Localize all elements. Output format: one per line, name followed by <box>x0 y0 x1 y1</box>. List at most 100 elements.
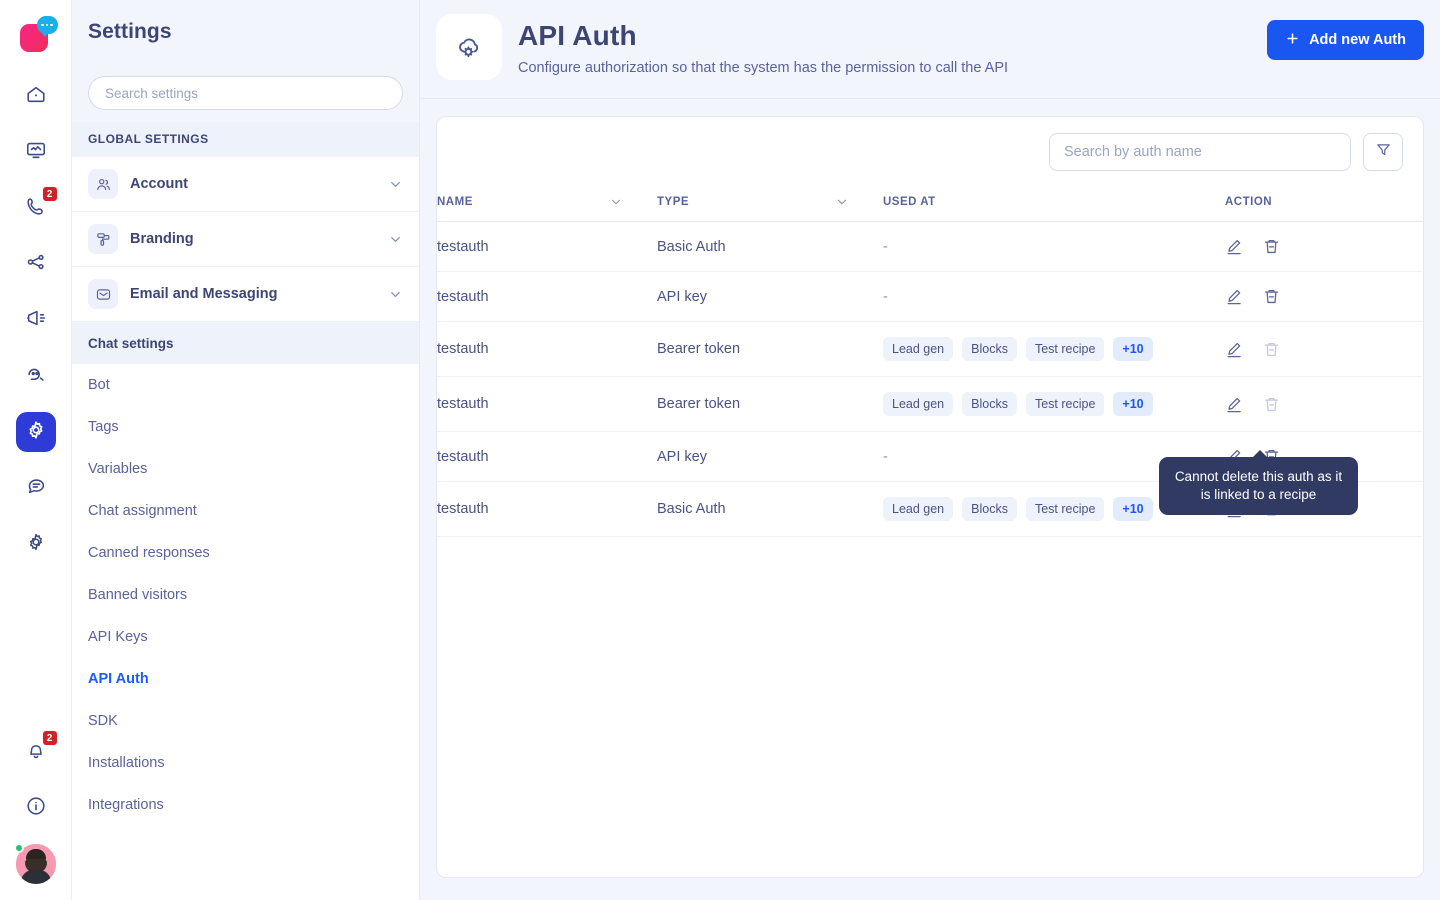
usage-tag: Blocks <box>962 497 1017 521</box>
brand-chat-bubble <box>36 16 58 37</box>
column-label: NAME <box>437 196 473 208</box>
usage-tag: Lead gen <box>883 392 954 416</box>
search-input[interactable] <box>1049 133 1351 171</box>
sidebar-item-canned-responses[interactable]: Canned responses <box>72 532 419 574</box>
chevron-down-icon[interactable] <box>388 232 403 247</box>
rail-item-help[interactable] <box>16 788 56 828</box>
cell-type: API key <box>657 271 883 322</box>
settings-sidebar: Settings GLOBAL SETTINGS Account <box>72 0 420 900</box>
settings-search-input[interactable] <box>88 76 403 110</box>
filter-button[interactable] <box>1363 133 1403 171</box>
rail-item-settings[interactable] <box>15 412 56 452</box>
cell-name: testauth <box>437 221 657 272</box>
add-new-auth-button[interactable]: Add new Auth <box>1267 20 1424 60</box>
cell-type: Bearer token <box>657 321 883 377</box>
sort-chevron-down-icon[interactable] <box>609 195 623 209</box>
empty-dash: - <box>883 238 888 255</box>
chevron-down-icon[interactable] <box>388 177 403 192</box>
rail-item-home[interactable] <box>16 76 56 116</box>
pencil-icon[interactable] <box>1225 340 1244 359</box>
usage-tag: Test recipe <box>1025 497 1105 521</box>
info-icon <box>25 795 47 822</box>
column-header-used-at: USED AT <box>883 185 1203 222</box>
table-row[interactable]: testauth API key - <box>437 271 1423 322</box>
usage-tag: Lead gen <box>883 497 954 521</box>
usage-more-badge[interactable]: +10 <box>1113 337 1153 361</box>
settings-group-branding[interactable]: Branding <box>72 212 419 267</box>
cell-type: API key <box>657 431 883 482</box>
settings-group-email-and-messaging[interactable]: Email and Messaging <box>72 267 419 322</box>
chevron-down-icon[interactable] <box>388 287 403 302</box>
page-header-text: API Auth Configure authorization so that… <box>518 14 1251 76</box>
main-content: API Auth Configure authorization so that… <box>420 0 1440 900</box>
page-header: API Auth Configure authorization so that… <box>420 0 1440 99</box>
rail-item-chat-search[interactable] <box>16 468 56 508</box>
app-root: 2 2 Settings Search settings GLOBAL SETT… <box>0 0 1440 900</box>
users-icon <box>88 169 118 199</box>
calls-badge: 2 <box>41 186 58 202</box>
rail-item-calls[interactable]: 2 <box>16 186 58 228</box>
rail-item-flows[interactable] <box>16 244 56 284</box>
usage-more-badge[interactable]: +10 <box>1113 392 1153 416</box>
rail-item-campaigns[interactable] <box>16 300 56 340</box>
cell-name: testauth <box>437 481 657 537</box>
sidebar-item-banned-visitors[interactable]: Banned visitors <box>72 574 419 616</box>
column-header-name[interactable]: NAME <box>437 185 657 222</box>
table-row[interactable]: testauth Bearer token Lead gen Blocks Te… <box>437 321 1423 377</box>
trash-icon[interactable] <box>1262 340 1281 359</box>
sidebar-item-integrations[interactable]: Integrations <box>72 784 419 826</box>
cloud-gear-icon <box>436 14 502 80</box>
settings-nav-list: Bot Tags Variables Chat assignment Canne… <box>72 364 419 826</box>
filter-icon <box>1375 141 1392 163</box>
flow-icon <box>25 251 47 278</box>
rail-item-notifications[interactable]: 2 <box>16 730 58 772</box>
column-header-type[interactable]: TYPE <box>657 185 883 222</box>
dashboard-icon <box>25 139 47 166</box>
avatar[interactable] <box>13 843 56 884</box>
sidebar-item-api-keys[interactable]: API Keys <box>72 616 419 658</box>
settings-group-label: Account <box>130 176 188 192</box>
rail-item-bots[interactable] <box>16 356 56 396</box>
empty-dash: - <box>883 448 888 465</box>
bot-icon <box>25 363 47 390</box>
trash-icon[interactable] <box>1262 287 1281 306</box>
pencil-icon[interactable] <box>1225 395 1244 414</box>
settings-group-account[interactable]: Account <box>72 157 419 212</box>
table-row[interactable]: testauth Bearer token Lead gen Blocks Te… <box>437 376 1423 432</box>
sidebar-item-chat-assignment[interactable]: Chat assignment <box>72 490 419 532</box>
cell-used-at: - <box>883 221 1203 272</box>
cell-used-at: - <box>883 431 1203 482</box>
rail-item-dashboard[interactable] <box>16 132 56 172</box>
chat-settings-caption: Chat settings <box>72 322 419 364</box>
rail-item-preferences[interactable] <box>16 524 56 564</box>
cell-name: testauth <box>437 321 657 377</box>
global-settings-caption: GLOBAL SETTINGS <box>72 122 419 157</box>
column-label: TYPE <box>657 196 690 208</box>
sidebar-item-installations[interactable]: Installations <box>72 742 419 784</box>
sidebar-item-variables[interactable]: Variables <box>72 448 419 490</box>
usage-more-badge[interactable]: +10 <box>1113 497 1153 521</box>
table-head: NAME TYPE USED AT ACTION <box>437 185 1423 222</box>
left-icon-rail: 2 2 <box>0 0 72 900</box>
sidebar-item-api-auth[interactable]: API Auth <box>72 658 419 700</box>
cell-type: Basic Auth <box>657 221 883 272</box>
sidebar-item-sdk[interactable]: SDK <box>72 700 419 742</box>
chat-search-icon <box>25 475 47 502</box>
avatar-body <box>20 870 51 884</box>
trash-icon[interactable] <box>1262 237 1281 256</box>
envelope-icon <box>88 279 118 309</box>
trash-icon[interactable] <box>1262 395 1281 414</box>
online-status-dot <box>13 843 24 853</box>
cell-used-at: - <box>883 271 1203 322</box>
usage-tag: Lead gen <box>883 337 954 361</box>
page-subtitle: Configure authorization so that the syst… <box>518 60 1009 76</box>
usage-tag: Test recipe <box>1025 337 1105 361</box>
brand-logo-icon[interactable] <box>14 12 58 56</box>
sort-chevron-down-icon[interactable] <box>835 195 849 209</box>
delete-disabled-tooltip: Cannot delete this auth as it is linked … <box>1159 449 1358 516</box>
sidebar-item-tags[interactable]: Tags <box>72 406 419 448</box>
sidebar-item-bot[interactable]: Bot <box>72 364 419 406</box>
pencil-icon[interactable] <box>1225 287 1244 306</box>
table-row[interactable]: testauth Basic Auth - <box>437 221 1423 272</box>
pencil-icon[interactable] <box>1225 237 1244 256</box>
